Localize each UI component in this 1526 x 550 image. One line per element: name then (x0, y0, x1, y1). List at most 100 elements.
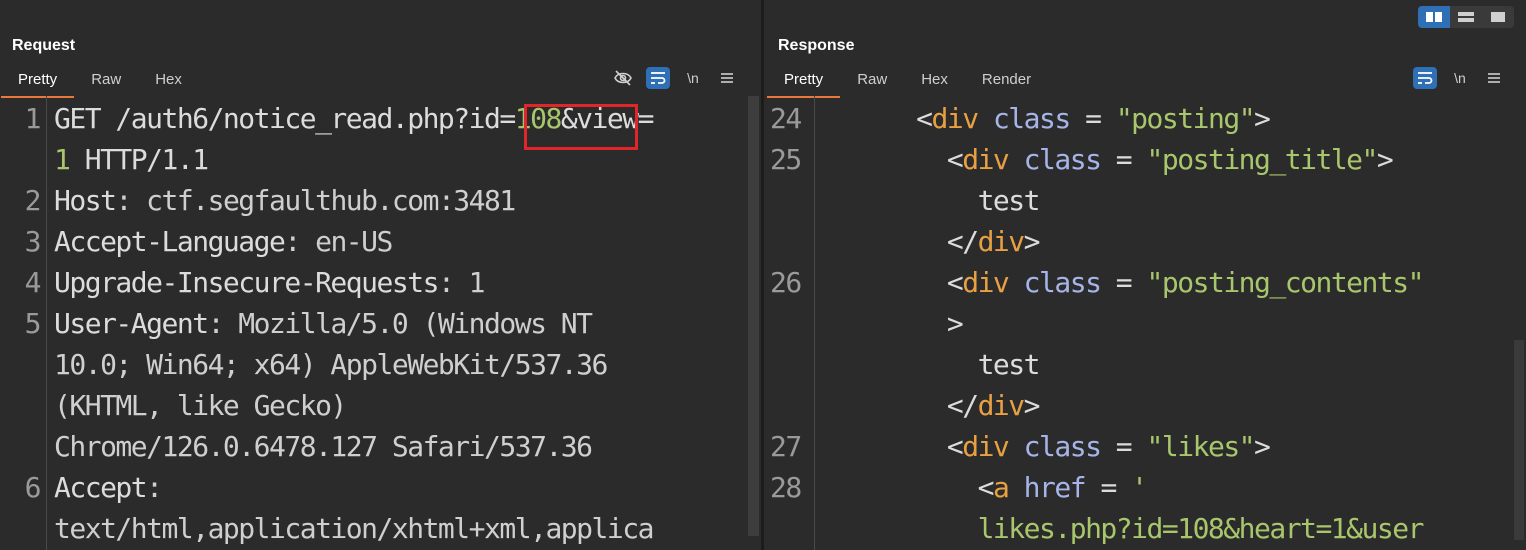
code-token: HTTP/1.1 (69, 143, 209, 176)
code-token: test (824, 184, 1041, 217)
line-number (770, 303, 814, 344)
highlight-box (524, 104, 638, 150)
code-token: (KHTML, like Gecko) (54, 389, 347, 422)
code-token: href (1008, 471, 1087, 504)
code-token: Upgrade-Insecure-Requests (54, 266, 439, 299)
line-number: 5 (24, 307, 42, 340)
menu-icon[interactable] (1483, 67, 1505, 89)
code-token: : en-US (284, 225, 393, 258)
code-line: </div> (824, 385, 1423, 426)
request-pane: Request Pretty Raw Hex \n 123456 GET /au… (0, 0, 761, 550)
line-number (0, 385, 40, 426)
code-line: text/html,application/xhtml+xml,applica (54, 508, 654, 549)
request-scrollbar[interactable] (748, 96, 759, 536)
split-horizontal-icon[interactable] (1418, 6, 1450, 28)
tab-request-hex[interactable]: Hex (138, 70, 199, 94)
code-token: User-Agent (54, 307, 209, 340)
code-token: </ (824, 389, 979, 422)
request-editor[interactable]: 1 2 3 4 5 6 GET /auth6/notice_read.php?id=108… (0, 96, 761, 550)
tab-response-render[interactable]: Render (965, 70, 1048, 94)
eye-slash-icon[interactable] (612, 67, 634, 89)
code-line: <div class = "posting"> (824, 98, 1423, 139)
code-token: div (962, 143, 1010, 176)
code-token: < (824, 143, 964, 176)
code-token: < (824, 102, 933, 135)
code-token: Chrome/126.0.6478.127 Safari/537.36 (54, 430, 593, 463)
response-editor[interactable]: 24 25 26 27 28 <div class = "posting"> <div … (764, 96, 1526, 550)
code-token: > (1254, 102, 1271, 135)
code-token: 10.0; Win64; x64) AppleWebKit/537.36 (54, 348, 608, 381)
request-toolbar: \n (612, 66, 738, 90)
menu-icon[interactable] (716, 67, 738, 89)
code-token: : (146, 471, 163, 504)
line-number (770, 344, 814, 385)
code-token: > (1023, 389, 1041, 422)
line-number: 3 (24, 225, 42, 258)
code-token: "posting_title" (1146, 143, 1379, 176)
newline-icon[interactable]: \n (682, 67, 704, 89)
code-line: Accept: (54, 467, 653, 508)
response-scrollbar[interactable] (1514, 340, 1524, 540)
code-token: "posting" (1115, 102, 1256, 135)
line-number (770, 180, 814, 221)
code-token: class (1008, 143, 1102, 176)
response-toolbar: \n (1413, 66, 1505, 90)
code-token: = (1100, 430, 1147, 463)
code-token: Host (54, 184, 117, 217)
request-code[interactable]: GET /auth6/notice_read.php?id=108&view= 1… (54, 98, 654, 549)
code-token: GET /auth6/notice_read.php? (54, 102, 470, 135)
code-line: test (824, 344, 1423, 385)
code-token: a (992, 471, 1010, 504)
tab-request-pretty[interactable]: Pretty (1, 70, 75, 98)
code-token: div (962, 266, 1010, 299)
code-token: > (1376, 143, 1394, 176)
response-code[interactable]: <div class = "posting"> <div class = "po… (824, 98, 1425, 549)
code-line: Accept-Language: en-US (54, 221, 653, 262)
line-number: 6 (24, 471, 42, 504)
layout-toggle (1418, 6, 1514, 28)
code-token: div (977, 389, 1026, 422)
code-token: id= (468, 102, 517, 135)
code-token: : Mozilla/5.0 (Windows NT (207, 307, 593, 340)
newline-icon[interactable]: \n (1449, 67, 1471, 89)
code-token: : 1 (437, 266, 486, 299)
single-pane-icon[interactable] (1482, 6, 1514, 28)
wrap-icon[interactable] (1413, 67, 1437, 89)
line-number: 28 (770, 471, 802, 504)
line-number: 4 (24, 266, 42, 299)
line-number (0, 139, 40, 180)
line-number: 2 (24, 184, 42, 217)
code-token: div (931, 102, 980, 135)
code-token: = (1100, 266, 1147, 299)
code-token: < (824, 430, 964, 463)
code-token: test (824, 348, 1041, 381)
code-line: <div class = "likes"> (824, 426, 1423, 467)
line-number: 1 (24, 102, 42, 135)
tab-response-raw[interactable]: Raw (840, 70, 904, 94)
tab-response-pretty[interactable]: Pretty (767, 70, 841, 98)
split-vertical-icon[interactable] (1450, 6, 1482, 28)
code-line: test (824, 180, 1423, 221)
code-token: > (1254, 430, 1271, 463)
response-pane: Response Pretty Raw Hex Render \n 24 25 26… (764, 0, 1526, 550)
code-token: div (977, 225, 1026, 258)
code-token: : ctf.segfaulthub.com:3481 (115, 184, 516, 217)
code-token: class (977, 102, 1071, 135)
tab-request-raw[interactable]: Raw (74, 70, 138, 94)
line-number: 27 (770, 430, 802, 463)
code-line: User-Agent: Mozilla/5.0 (Windows NT (54, 303, 653, 344)
wrap-icon[interactable] (646, 67, 670, 89)
code-token: text/html,application/xhtml+xml,applica (54, 512, 654, 545)
code-token: > (1023, 225, 1041, 258)
code-line: (KHTML, like Gecko) (54, 385, 653, 426)
code-line: Host: ctf.segfaulthub.com:3481 (54, 180, 653, 221)
line-number: 24 (770, 102, 802, 135)
code-line: </div> (824, 221, 1423, 262)
response-tabs: Pretty Raw Hex Render (767, 70, 1048, 98)
tab-response-hex[interactable]: Hex (904, 70, 965, 94)
code-line: <div class = "posting_contents" (824, 262, 1425, 303)
code-token: div (962, 430, 1010, 463)
code-line: <a href = ' (824, 467, 1423, 508)
line-number (770, 508, 814, 549)
line-number (0, 344, 40, 385)
